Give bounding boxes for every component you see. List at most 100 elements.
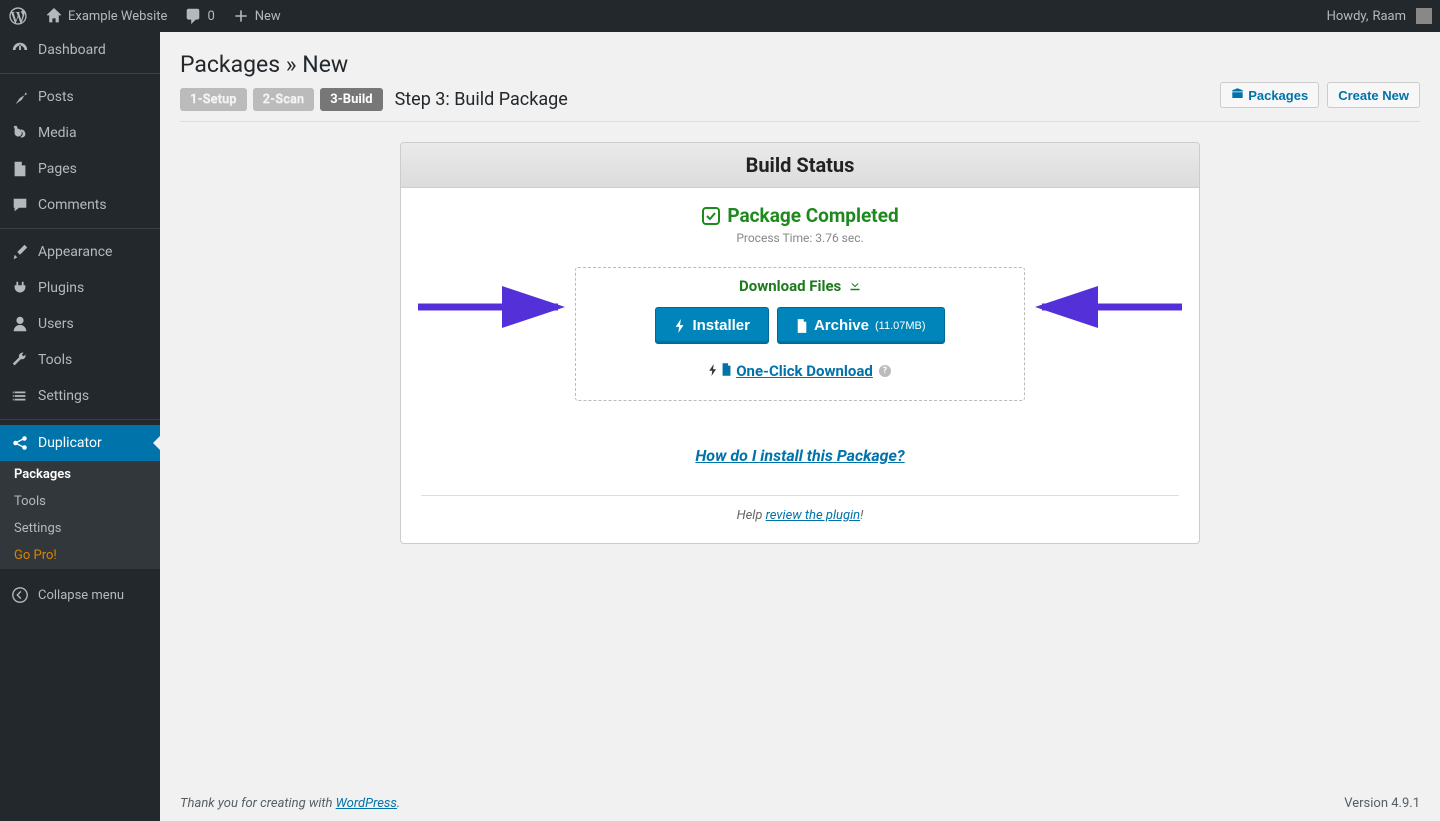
my-account[interactable]: Howdy, Raam: [1319, 0, 1440, 32]
sidebar-label: Media: [38, 125, 77, 141]
page-icon: [10, 159, 30, 179]
panel-body: Package Completed Process Time: 3.76 sec…: [401, 188, 1199, 543]
step-label: 3-Build: [330, 92, 372, 107]
review-prefix: Help: [737, 508, 766, 523]
help-icon[interactable]: ?: [879, 365, 891, 377]
media-icon: [10, 123, 30, 143]
box-icon: [1231, 87, 1244, 103]
sidebar-label: Settings: [38, 388, 89, 404]
archive-button[interactable]: Archive (11.07MB): [777, 307, 945, 344]
sidebar-item-users[interactable]: Users: [0, 306, 160, 342]
download-buttons: Installer Archive (11.07MB): [592, 307, 1008, 344]
annotation-arrow-right: [1022, 292, 1182, 326]
wp-logo[interactable]: [0, 0, 36, 32]
annotation-arrow-left: [418, 292, 578, 326]
bolt-icon: [674, 319, 686, 333]
pin-icon: [10, 87, 30, 107]
sidebar-label: Dashboard: [38, 42, 106, 58]
content-body: Packages » New 1-Setup 2-Scan 3-Build St…: [160, 32, 1440, 786]
install-help-link[interactable]: How do I install this Package?: [695, 446, 904, 465]
process-time-value: 3.76 sec.: [812, 231, 863, 245]
comments-link[interactable]: 0: [175, 0, 222, 32]
comment-icon: [183, 6, 203, 26]
sidebar-item-comments[interactable]: Comments: [0, 187, 160, 223]
sidebar-label: Tools: [38, 352, 72, 368]
review-row: Help review the plugin!: [421, 495, 1179, 523]
installer-button[interactable]: Installer: [655, 307, 769, 344]
download-title: Download Files: [733, 277, 867, 295]
avatar: [1416, 8, 1432, 24]
submenu-settings[interactable]: Settings: [0, 515, 160, 542]
completed-label: Package Completed: [727, 204, 898, 227]
collapse-menu[interactable]: Collapse menu: [0, 577, 160, 613]
sidebar-item-settings[interactable]: Settings: [0, 378, 160, 414]
sidebar-item-dashboard[interactable]: Dashboard: [0, 32, 160, 68]
footer-thank-suffix: .: [397, 796, 400, 811]
footer-left: Thank you for creating with WordPress.: [180, 796, 400, 811]
share-icon: [10, 433, 30, 453]
process-time: Process Time: 3.76 sec.: [421, 231, 1179, 245]
page-title-suffix: New: [302, 51, 348, 78]
sidebar-item-tools[interactable]: Tools: [0, 342, 160, 378]
bolt-icon: [709, 362, 717, 380]
page-title-prefix: Packages: [180, 51, 280, 78]
content-area: Packages » New 1-Setup 2-Scan 3-Build St…: [160, 0, 1440, 821]
one-click-row: One-Click Download ?: [592, 362, 1008, 380]
footer-thank-prefix: Thank you for creating with: [180, 796, 336, 811]
file-icon: [721, 362, 732, 380]
new-link[interactable]: New: [223, 0, 289, 32]
user-icon: [10, 314, 30, 334]
check-icon: [701, 206, 721, 226]
collapse-label: Collapse menu: [38, 588, 124, 603]
sidebar-item-pages[interactable]: Pages: [0, 151, 160, 187]
footer-wordpress-link[interactable]: WordPress: [336, 796, 397, 811]
sidebar-item-duplicator[interactable]: Duplicator: [0, 425, 160, 461]
packages-label: Packages: [1248, 88, 1308, 103]
sidebar-item-posts[interactable]: Posts: [0, 79, 160, 115]
submenu-gopro[interactable]: Go Pro!: [0, 542, 160, 569]
submenu-packages[interactable]: Packages: [0, 461, 160, 488]
download-title-text: Download Files: [739, 277, 841, 295]
site-name-link[interactable]: Example Website: [36, 0, 175, 32]
top-actions: Packages Create New: [1220, 82, 1420, 108]
one-click-label: One-Click Download: [736, 362, 873, 380]
review-suffix: !: [860, 508, 863, 523]
menu-separator: [0, 228, 160, 229]
admin-sidebar: Dashboard Posts Media Pages Comments App…: [0, 32, 160, 821]
admin-bar-right: Howdy, Raam: [1319, 0, 1440, 32]
process-time-label: Process Time:: [736, 231, 812, 245]
wrench-icon: [10, 350, 30, 370]
submenu-label: Go Pro!: [14, 548, 57, 563]
sidebar-item-media[interactable]: Media: [0, 115, 160, 151]
home-icon: [44, 6, 64, 26]
archive-label: Archive: [814, 317, 869, 334]
review-link[interactable]: review the plugin: [766, 508, 860, 523]
archive-file-icon: [796, 319, 808, 333]
panel-header: Build Status: [401, 143, 1199, 188]
archive-size: (11.07MB): [875, 320, 926, 332]
install-help-row: How do I install this Package?: [421, 446, 1179, 465]
sidebar-item-appearance[interactable]: Appearance: [0, 234, 160, 270]
one-click-download-link[interactable]: One-Click Download: [736, 362, 873, 380]
submenu-tools[interactable]: Tools: [0, 488, 160, 515]
dashboard-icon: [10, 40, 30, 60]
create-new-button[interactable]: Create New: [1327, 82, 1420, 108]
step-2-scan[interactable]: 2-Scan: [253, 88, 315, 111]
footer-link-text: WordPress: [336, 796, 397, 811]
install-help-text: How do I install this Package?: [695, 446, 904, 465]
step-1-setup[interactable]: 1-Setup: [180, 88, 247, 111]
sidebar-label: Duplicator: [38, 435, 102, 451]
page-title: Packages » New: [180, 42, 1420, 82]
new-label: New: [255, 9, 281, 24]
packages-button[interactable]: Packages: [1220, 82, 1319, 108]
user-name: Raam: [1372, 9, 1406, 24]
comment-icon: [10, 195, 30, 215]
site-name-label: Example Website: [68, 9, 167, 24]
sidebar-item-plugins[interactable]: Plugins: [0, 270, 160, 306]
footer-version: Version 4.9.1: [1344, 796, 1420, 811]
sidebar-label: Comments: [38, 197, 107, 213]
wordpress-icon: [8, 6, 28, 26]
submenu-label: Settings: [14, 521, 61, 536]
step-label: 1-Setup: [190, 92, 237, 107]
plus-icon: [231, 6, 251, 26]
